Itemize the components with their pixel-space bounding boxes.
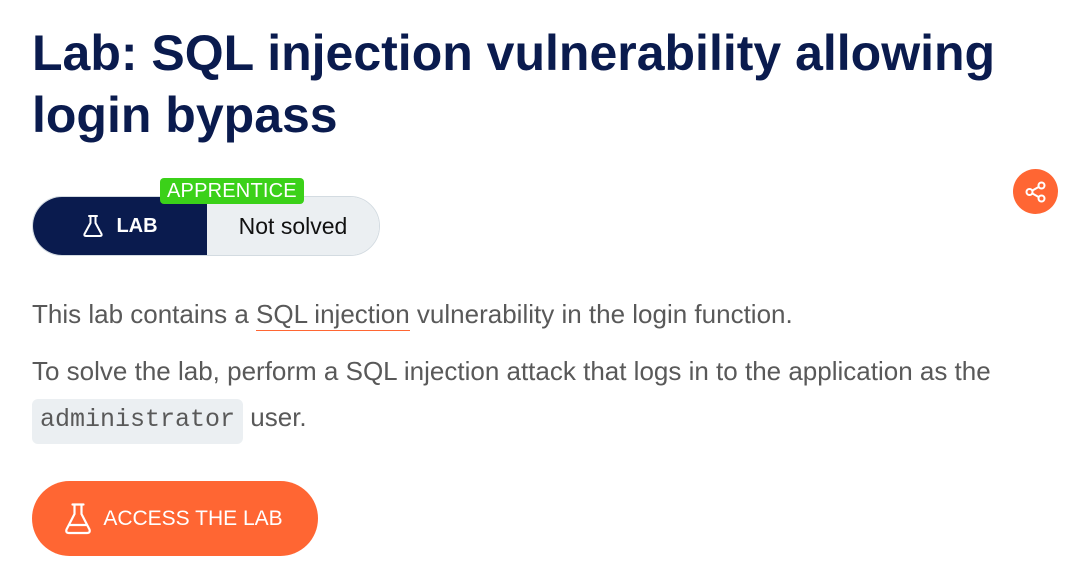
- lab-status-widget: LAB Not solved APPRENTICE: [32, 178, 380, 256]
- instructions-text: To solve the lab, perform a SQL injectio…: [32, 356, 991, 386]
- lab-description: This lab contains a SQL injection vulner…: [32, 291, 1052, 337]
- lab-badge: LAB Not solved: [32, 196, 380, 256]
- description-text: vulnerability in the login function.: [409, 299, 793, 329]
- instructions-text: user.: [243, 402, 307, 432]
- share-icon: [1025, 181, 1045, 202]
- flask-icon: [65, 502, 92, 534]
- lab-instructions: To solve the lab, perform a SQL injectio…: [32, 348, 1052, 444]
- page-title: Lab: SQL injection vulnerability allowin…: [32, 25, 996, 143]
- flask-icon: [83, 215, 104, 237]
- sql-injection-link[interactable]: SQL injection: [256, 299, 410, 331]
- status-badge: Not solved: [207, 197, 379, 255]
- access-lab-button[interactable]: ACCESS THE LAB: [32, 481, 318, 556]
- share-button[interactable]: [1013, 169, 1058, 214]
- description-text: This lab contains a: [32, 299, 257, 329]
- username-code: administrator: [32, 399, 244, 444]
- access-lab-label: ACCESS THE LAB: [103, 506, 283, 530]
- level-tag: APPRENTICE: [160, 178, 304, 204]
- lab-type-label: LAB: [116, 214, 158, 237]
- lab-type-pill: LAB: [33, 197, 207, 255]
